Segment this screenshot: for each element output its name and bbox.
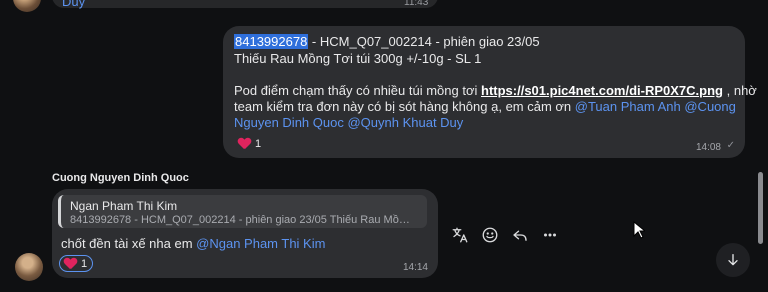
message-text: team kiểm tra đơn này có bị sót hàng khô… [234,99,575,114]
scroll-down-button[interactable] [716,243,750,277]
image-link[interactable]: https://s01.pic4net.com/di-RP0X7C.png [481,83,723,98]
message-text: Pod điểm chạm thấy có nhiều túi mồng tơi [234,83,481,98]
message-text: , nhờ [723,83,757,98]
message-timestamp: 14:08 [695,142,721,153]
heart-icon [64,258,77,270]
heart-icon [238,138,251,150]
selected-order-id[interactable]: 8413992678 [234,34,309,49]
message-line: 8413992678 - HCM_Q07_002214 - phiên giao… [234,34,540,50]
reply-button[interactable] [508,223,532,247]
mention-link[interactable]: @Tuan Pham Anh [575,99,681,114]
message-line: Thiếu Rau Mồng Tơi túi 300g +/-10g - SL … [234,51,482,66]
message-bubble[interactable]: Ngan Pham Thi Kim 8413992678 - HCM_Q07_0… [52,189,438,278]
scrollbar[interactable] [758,172,763,244]
avatar[interactable] [13,0,41,12]
quote-text: 8413992678 - HCM_Q07_002214 - phiên giao… [70,214,415,226]
arrow-down-icon [728,254,738,266]
emoji-icon [482,227,498,243]
message-text-body: chốt đền tài xế nha em [61,236,197,251]
message-line: Pod điểm chạm thấy có nhiều túi mồng tơi… [234,83,757,99]
message-line: team kiểm tra đơn này có bị sót hàng khô… [234,99,736,115]
reaction-pill[interactable]: 1 [59,255,94,272]
more-icon [544,233,556,237]
quoted-message[interactable]: Ngan Pham Thi Kim 8413992678 - HCM_Q07_0… [58,195,427,228]
more-button[interactable] [538,223,562,247]
message-bubble-previous [52,0,438,8]
sender-name[interactable]: Cuong Nguyen Dinh Quoc [52,172,189,184]
mention-link[interactable]: @Quynh Khuat Duy [347,115,463,130]
reaction-count: 1 [81,257,88,270]
avatar[interactable] [15,253,43,281]
translate-button[interactable] [448,223,472,247]
mention-link[interactable]: @Cuong [684,99,736,114]
reaction-count: 1 [255,138,262,150]
react-button[interactable] [478,223,502,247]
mention-link[interactable]: @Ngan Pham Thi Kim [196,236,325,251]
message-bubble[interactable]: 8413992678 - HCM_Q07_002214 - phiên giao… [223,26,757,158]
quote-author: Ngan Pham Thi Kim [70,199,178,213]
message-timestamp: 14:14 [402,262,428,273]
translate-icon [452,227,468,243]
sent-check-icon: ✓ [726,140,735,151]
reaction-pill[interactable]: 1 [234,135,267,153]
reply-icon [513,230,527,241]
mouse-cursor-icon [633,221,645,239]
message-text: chốt đền tài xế nha em @Ngan Pham Thi Ki… [61,236,325,251]
mention-link[interactable]: Duy [62,0,85,9]
mention-link[interactable]: Nguyen Dinh Quoc [234,115,344,130]
message-text: - HCM_Q07_002214 - phiên giao 23/05 [308,34,540,49]
message-timestamp: 11:43 [404,0,429,8]
message-line: Nguyen Dinh Quoc @Quynh Khuat Duy [234,115,463,131]
